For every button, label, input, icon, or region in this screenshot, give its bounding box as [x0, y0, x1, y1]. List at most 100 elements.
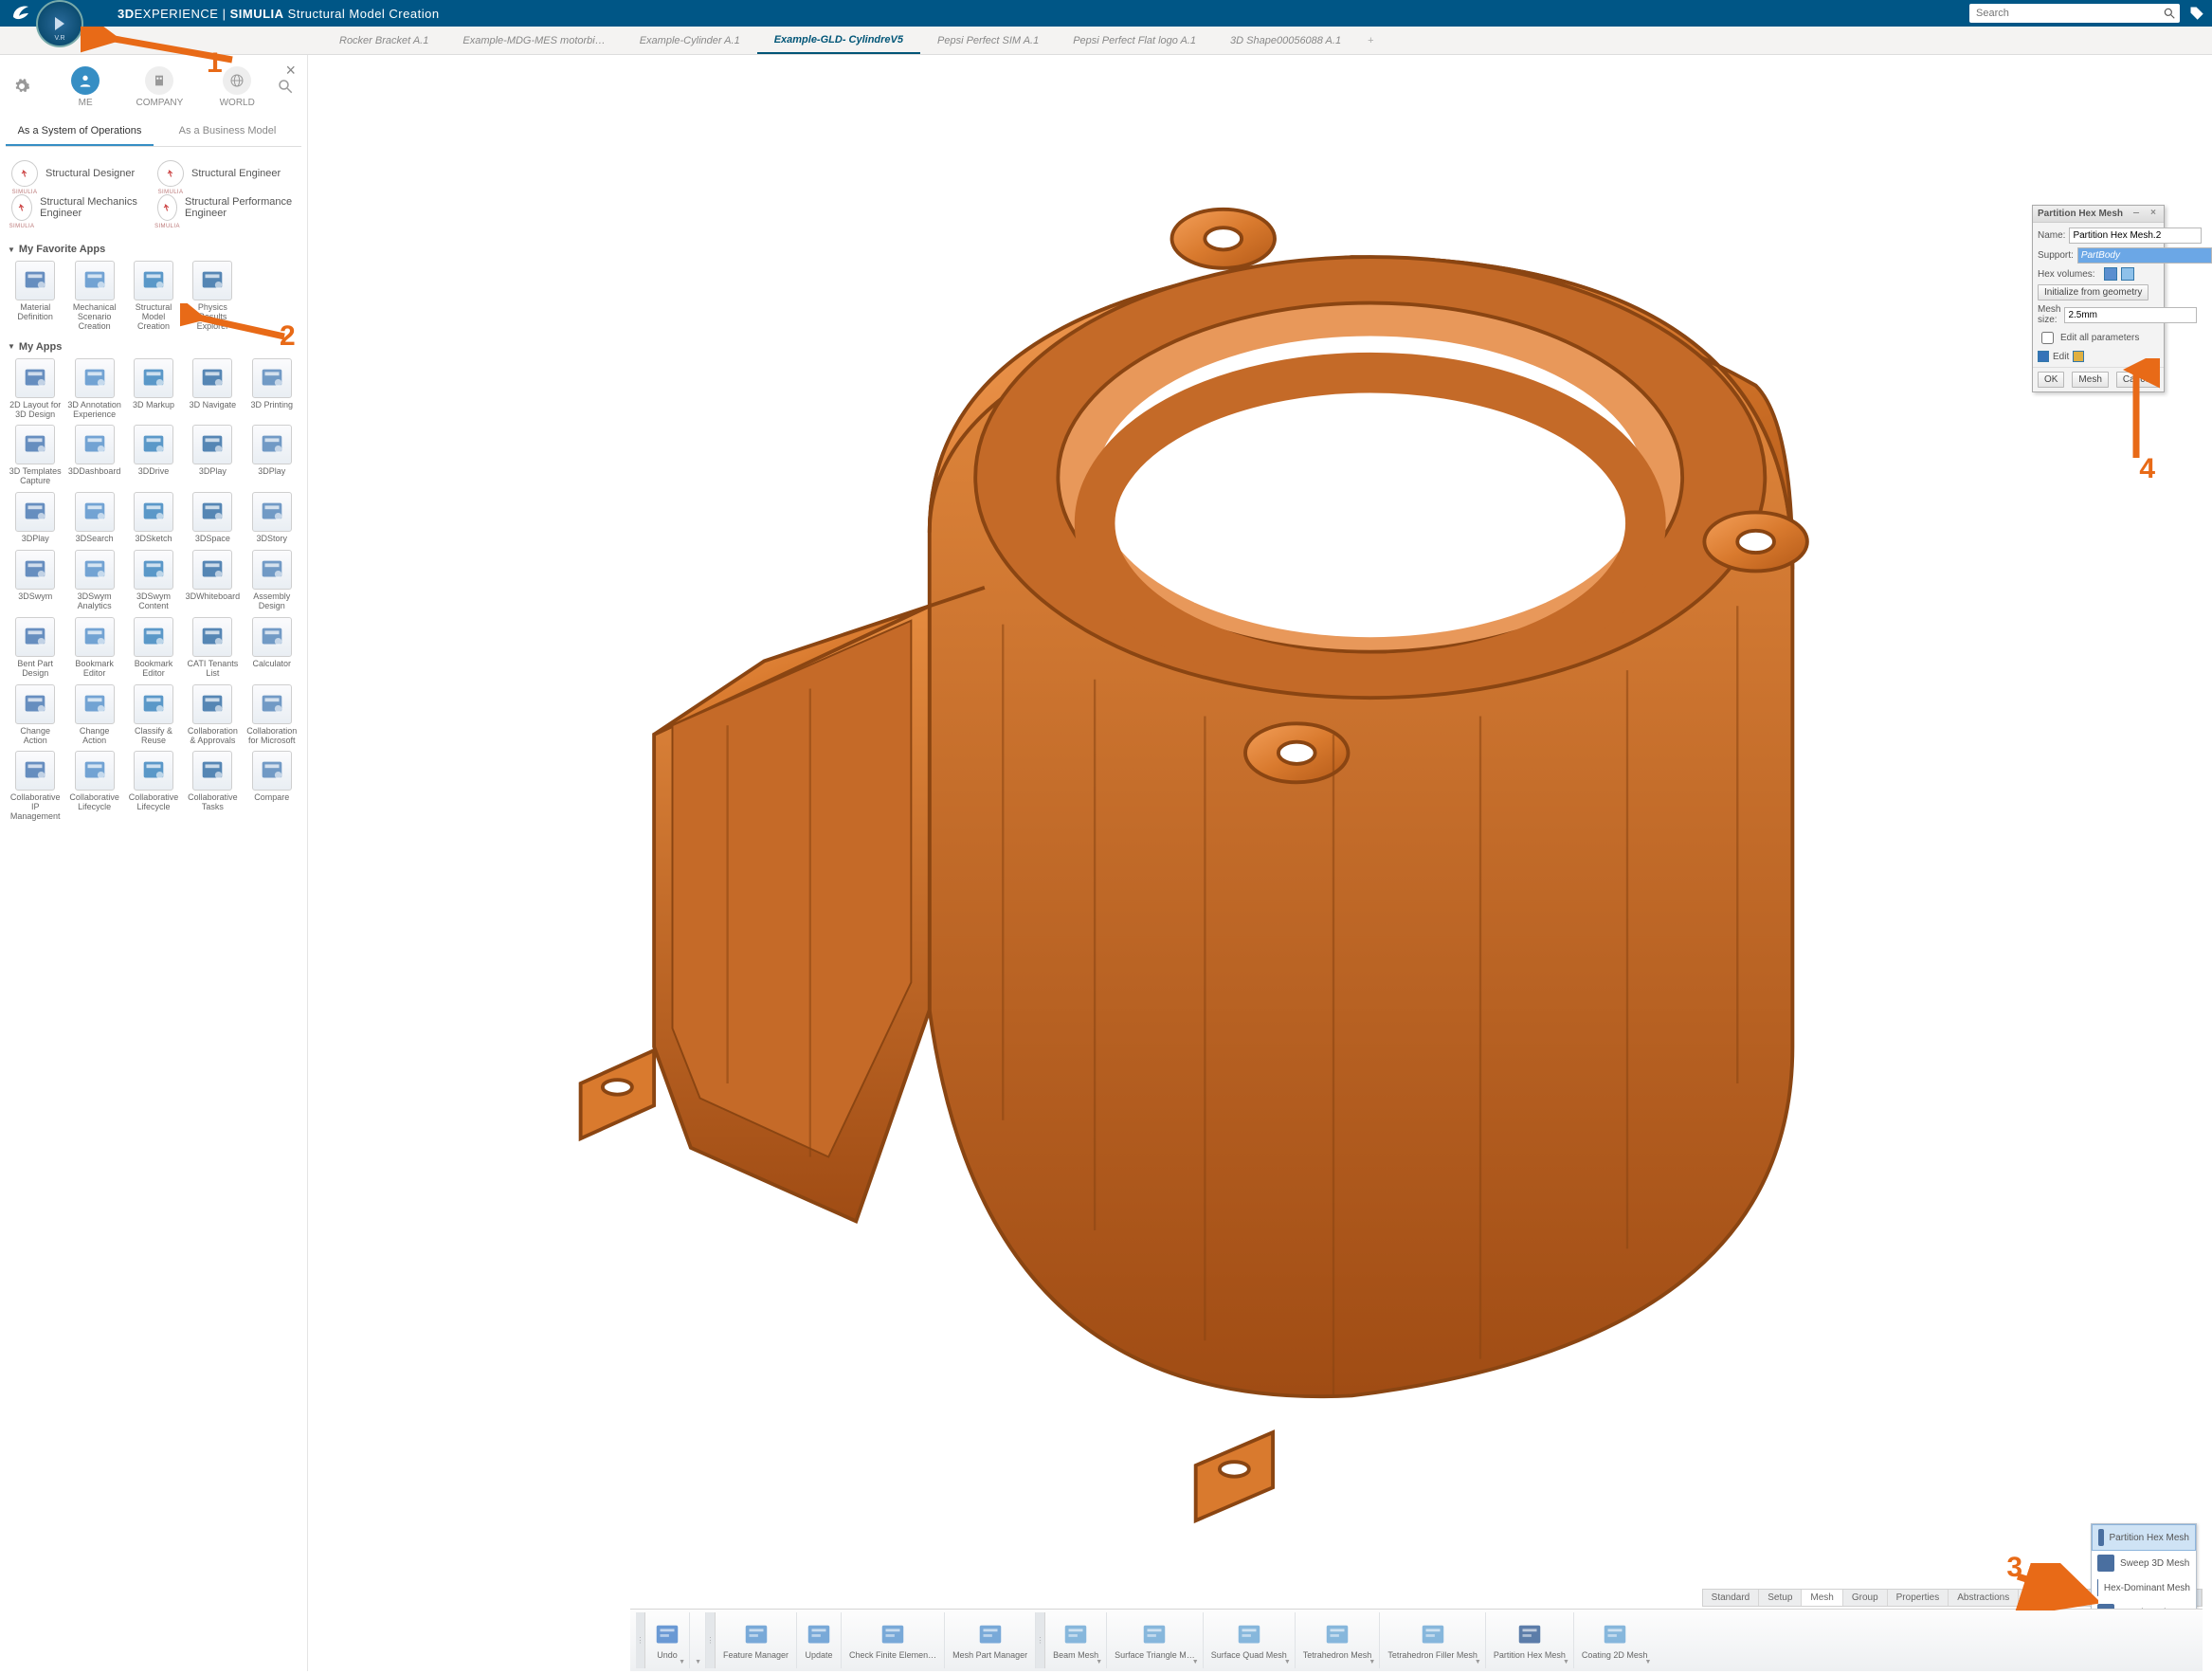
new-tab-button[interactable]: + — [1358, 35, 1383, 46]
app-item[interactable]: 3D Navigate — [185, 358, 240, 420]
app-item[interactable]: 3DPlay — [185, 425, 240, 486]
document-tab[interactable]: Pepsi Perfect Flat logo A.1 — [1056, 27, 1213, 54]
search-box[interactable] — [1969, 4, 2180, 23]
dialog-cancel-button[interactable]: Cancel — [2116, 372, 2159, 388]
actionbar-tab[interactable]: Standard — [1703, 1590, 1760, 1606]
panel-search-icon[interactable] — [277, 78, 294, 95]
app-item[interactable]: Collaborative Lifecycle — [66, 751, 121, 822]
app-item[interactable]: Bookmark Editor — [66, 617, 121, 679]
toolbar-command[interactable]: Beam Mesh▼ — [1045, 1612, 1107, 1668]
app-item[interactable]: Change Action — [66, 684, 121, 746]
mesh-size-input[interactable] — [2064, 307, 2197, 323]
actionbar-tab[interactable]: Mesh — [1802, 1590, 1842, 1606]
tab-business-model[interactable]: As a Business Model — [154, 118, 301, 146]
app-item[interactable]: Collaborative IP Management — [8, 751, 63, 822]
toolbar-command[interactable]: Surface Triangle M…▼ — [1107, 1612, 1204, 1668]
actionbar-tab[interactable]: Connections — [2019, 1590, 2090, 1606]
edit-all-params-checkbox[interactable] — [2041, 332, 2054, 344]
app-item[interactable]: Bent Part Design — [8, 617, 63, 679]
mesh-popup-item[interactable]: Partition Hex Mesh — [2092, 1524, 2196, 1551]
tab-system-ops[interactable]: As a System of Operations — [6, 118, 154, 146]
app-item[interactable]: 3DStory — [245, 492, 299, 544]
app-item[interactable]: Collaborative Lifecycle — [126, 751, 181, 822]
compass-button[interactable] — [36, 0, 83, 47]
app-item[interactable]: Assembly Design — [245, 550, 299, 611]
support-input[interactable] — [2077, 247, 2212, 264]
favorite-app[interactable]: Material Definition — [8, 261, 63, 332]
toolbar-command[interactable]: Tetrahedron Mesh▼ — [1296, 1612, 1381, 1668]
settings-icon[interactable] — [13, 78, 30, 95]
toolbar-command[interactable]: Feature Manager — [716, 1612, 797, 1668]
section-handle-icon[interactable]: ⋮ — [1036, 1612, 1045, 1668]
toolbar-command[interactable]: Coating 2D Mesh▼ — [1574, 1612, 1656, 1668]
app-item[interactable]: 3D Templates Capture — [8, 425, 63, 486]
document-tab[interactable]: Example-GLD- CylindreV5 — [757, 27, 920, 54]
role-item[interactable]: Structural Mechanics Engineer — [11, 194, 150, 221]
app-item[interactable]: CATI Tenants List — [185, 617, 240, 679]
actionbar-tab[interactable]: Group — [1843, 1590, 1888, 1606]
document-tab[interactable]: Pepsi Perfect SIM A.1 — [920, 27, 1056, 54]
app-item[interactable]: 3DSwym Analytics — [66, 550, 121, 611]
toolbar-command[interactable]: ▼ — [690, 1612, 706, 1668]
favorite-app[interactable]: Mechanical Scenario Creation — [66, 261, 121, 332]
app-item[interactable]: 2D Layout for 3D Design — [8, 358, 63, 420]
hex-volume-icon-2[interactable] — [2121, 267, 2134, 281]
app-item[interactable]: 3DDashboard — [66, 425, 121, 486]
section-handle-icon[interactable]: ⋮ — [706, 1612, 716, 1668]
search-input[interactable] — [1973, 5, 2163, 22]
toolbar-command[interactable]: Undo▼ — [645, 1612, 690, 1668]
toolbar-command[interactable]: Surface Quad Mesh▼ — [1204, 1612, 1296, 1668]
app-item[interactable]: 3DSketch — [126, 492, 181, 544]
search-icon[interactable] — [2163, 7, 2176, 20]
partition-hex-mesh-dialog[interactable]: Partition Hex Mesh — × Name: Support: ↖ … — [2032, 205, 2165, 392]
my-apps-header[interactable]: My Apps — [8, 341, 299, 353]
app-item[interactable]: Collaboration & Approvals — [185, 684, 240, 746]
mesh-popup-item[interactable]: Sweep 3D Mesh — [2092, 1551, 2196, 1575]
app-item[interactable]: Classify & Reuse — [126, 684, 181, 746]
mesh-name-input[interactable] — [2069, 227, 2202, 244]
document-tab[interactable]: Example-Cylinder A.1 — [623, 27, 757, 54]
section-handle-icon[interactable]: ⋮ — [636, 1612, 645, 1668]
actionbar-tab[interactable]: Abstractions — [1949, 1590, 2019, 1606]
toolbar-command[interactable]: Partition Hex Mesh▼ — [1486, 1612, 1574, 1668]
3d-viewport[interactable]: Partition Hex Mesh — × Name: Support: ↖ … — [308, 55, 2212, 1671]
toolbar-command[interactable]: Mesh Part Manager — [945, 1612, 1036, 1668]
toolbar-command[interactable]: Check Finite Elemen… — [842, 1612, 945, 1668]
mesh-popup-item[interactable]: Hex-Dominant Mesh — [2092, 1575, 2196, 1600]
app-item[interactable]: 3DSwym — [8, 550, 63, 611]
app-item[interactable]: 3DWhiteboard — [185, 550, 240, 611]
app-item[interactable]: 3DDrive — [126, 425, 181, 486]
app-item[interactable]: 3D Annotation Experience — [66, 358, 121, 420]
actionbar-tab[interactable]: Setup — [1759, 1590, 1802, 1606]
document-tab[interactable]: 3D Shape00056088 A.1 — [1213, 27, 1358, 54]
toolbar-command[interactable]: Tetrahedron Filler Mesh▼ — [1380, 1612, 1486, 1668]
app-item[interactable]: 3DSpace — [185, 492, 240, 544]
app-item[interactable]: 3DSwym Content — [126, 550, 181, 611]
app-item[interactable]: 3DPlay — [245, 425, 299, 486]
actionbar-tab[interactable]: Properties — [1888, 1590, 1949, 1606]
nav-company[interactable]: COMPANY — [136, 66, 183, 108]
tag-icon[interactable] — [2189, 6, 2204, 21]
dialog-titlebar[interactable]: Partition Hex Mesh — × — [2033, 206, 2164, 223]
hex-volume-icon[interactable] — [2104, 267, 2117, 281]
role-item[interactable]: Structural Designer — [11, 160, 150, 187]
document-tab[interactable]: Rocker Bracket A.1 — [322, 27, 445, 54]
toolbar-command[interactable]: Update — [797, 1612, 842, 1668]
app-item[interactable]: Bookmark Editor — [126, 617, 181, 679]
favorite-apps-header[interactable]: My Favorite Apps — [8, 244, 299, 255]
role-item[interactable]: Structural Engineer — [157, 160, 296, 187]
app-item[interactable]: Collaborative Tasks — [185, 751, 240, 822]
app-item[interactable]: 3DSearch — [66, 492, 121, 544]
app-item[interactable]: 3DPlay — [8, 492, 63, 544]
favorite-app[interactable]: Physics Results Explorer — [185, 261, 240, 332]
dialog-ok-button[interactable]: OK — [2038, 372, 2064, 388]
favorite-app[interactable]: Structural Model Creation — [126, 261, 181, 332]
app-item[interactable]: 3D Printing — [245, 358, 299, 420]
app-item[interactable]: Calculator — [245, 617, 299, 679]
nav-me[interactable]: ME — [71, 66, 100, 108]
app-item[interactable]: Compare — [245, 751, 299, 822]
dialog-mesh-button[interactable]: Mesh — [2072, 372, 2108, 388]
app-item[interactable]: Change Action — [8, 684, 63, 746]
dialog-window-controls[interactable]: — × — [2133, 209, 2159, 219]
nav-world[interactable]: WORLD — [220, 66, 255, 108]
